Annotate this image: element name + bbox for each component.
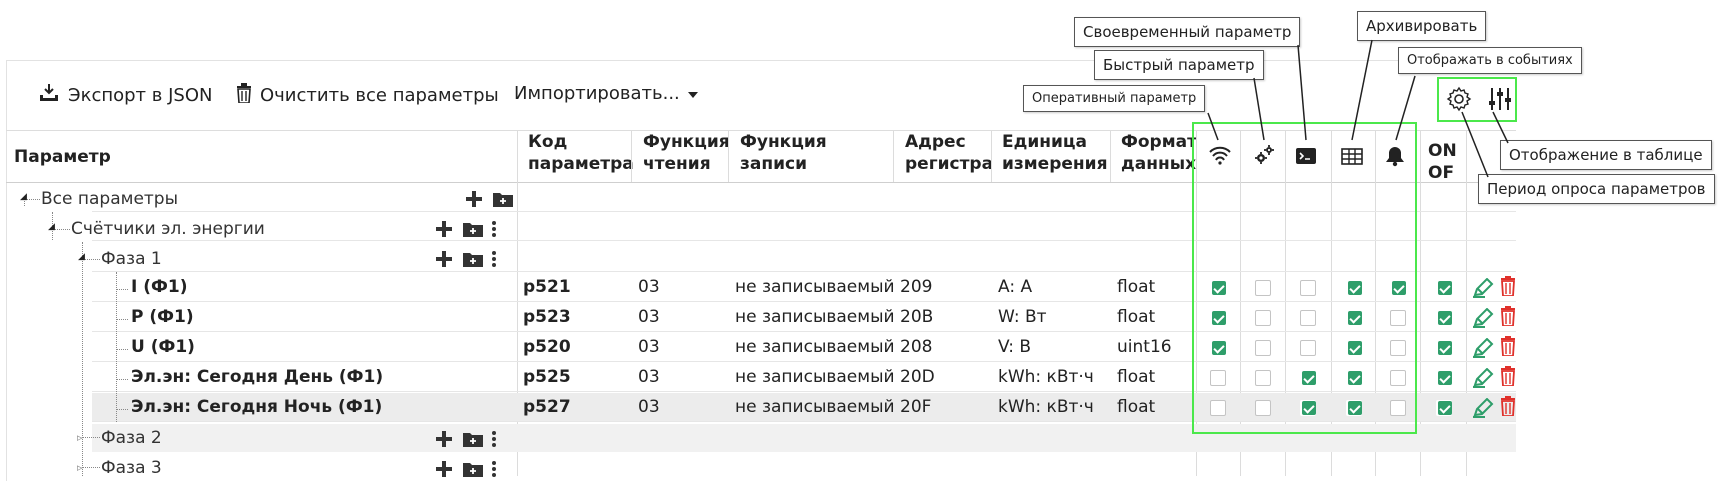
callout-pointers (1207, 39, 1509, 178)
